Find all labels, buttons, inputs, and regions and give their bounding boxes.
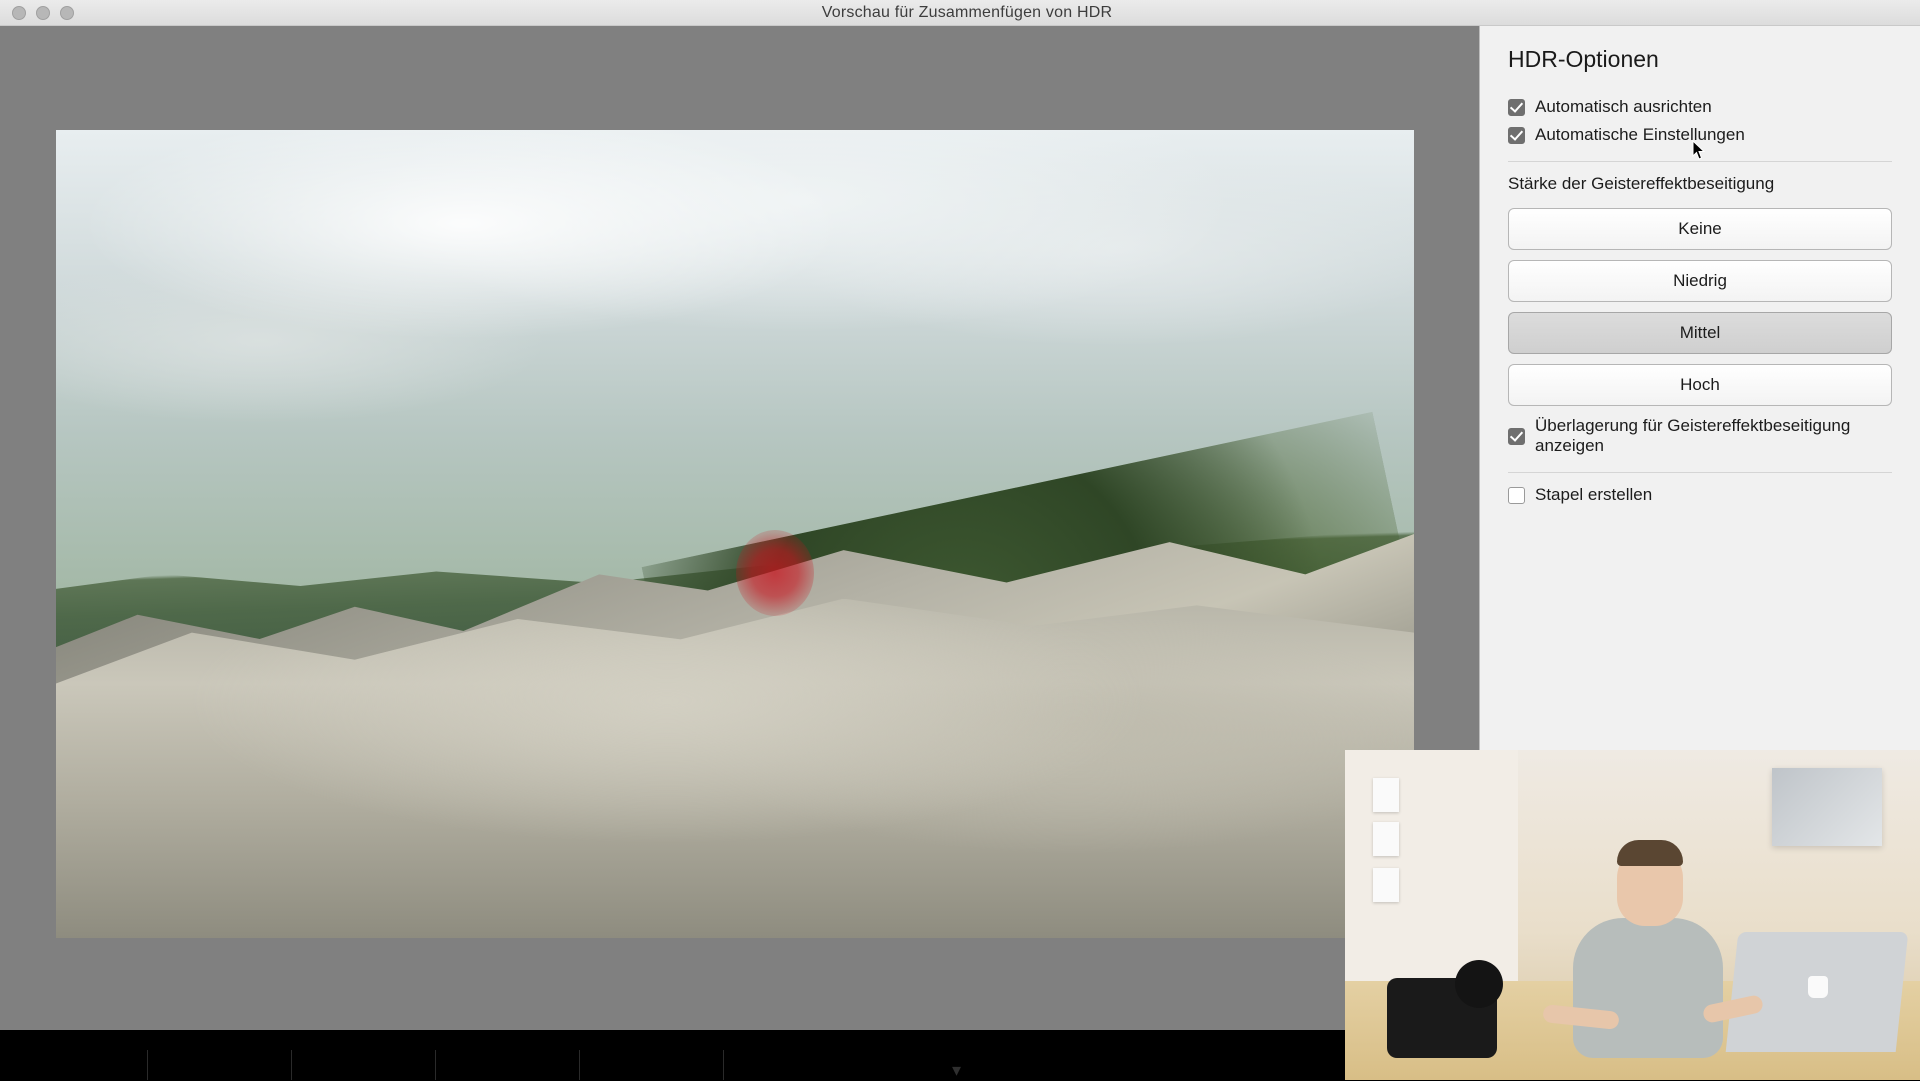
cursor-icon <box>1692 140 1706 160</box>
filmstrip-cell[interactable] <box>292 1050 436 1080</box>
divider <box>1508 472 1892 473</box>
auto-align-checkbox[interactable]: Automatisch ausrichten <box>1508 97 1892 117</box>
wall-photo <box>1373 778 1399 812</box>
show-deghost-overlay-checkbox[interactable]: Überlagerung für Geistereffektbeseitigun… <box>1508 416 1892 456</box>
window-controls <box>12 6 74 20</box>
deghost-option-high[interactable]: Hoch <box>1508 364 1892 406</box>
photo-frame <box>1772 768 1882 846</box>
filmstrip-cell[interactable] <box>148 1050 292 1080</box>
auto-align-label: Automatisch ausrichten <box>1535 97 1712 117</box>
zoom-icon[interactable] <box>60 6 74 20</box>
panel-title: HDR-Optionen <box>1508 46 1892 73</box>
filmstrip-cell[interactable] <box>580 1050 724 1080</box>
deghost-option-low[interactable]: Niedrig <box>1508 260 1892 302</box>
hdr-preview-image[interactable] <box>56 130 1414 938</box>
camera-prop <box>1387 978 1497 1058</box>
deghost-overlay-marker <box>736 530 814 616</box>
filmstrip[interactable] <box>4 1050 1354 1080</box>
create-stack-checkbox[interactable]: Stapel erstellen <box>1508 485 1892 505</box>
minimize-icon[interactable] <box>36 6 50 20</box>
filmstrip-cell[interactable] <box>4 1050 148 1080</box>
show-overlay-label: Überlagerung für Geistereffektbeseitigun… <box>1535 416 1892 456</box>
presenter <box>1533 778 1753 1058</box>
presenter-webcam-overlay <box>1345 750 1920 1080</box>
checkbox-icon <box>1508 487 1525 504</box>
wall-photo <box>1373 868 1399 902</box>
window-title: Vorschau für Zusammenfügen von HDR <box>74 4 1860 22</box>
chevron-down-icon[interactable]: ▾ <box>952 1060 961 1081</box>
checkbox-icon <box>1508 127 1525 144</box>
deghost-option-med[interactable]: Mittel <box>1508 312 1892 354</box>
checkbox-icon <box>1508 428 1525 445</box>
create-stack-label: Stapel erstellen <box>1535 485 1652 505</box>
auto-settings-label: Automatische Einstellungen <box>1535 125 1745 145</box>
titlebar: Vorschau für Zusammenfügen von HDR <box>0 0 1920 26</box>
wall-photo <box>1373 822 1399 856</box>
apple-logo-icon <box>1808 976 1828 998</box>
checkbox-icon <box>1508 99 1525 116</box>
preview-area <box>0 26 1480 1030</box>
close-icon[interactable] <box>12 6 26 20</box>
deghost-heading: Stärke der Geistereffektbeseitigung <box>1508 174 1892 194</box>
deghost-option-none[interactable]: Keine <box>1508 208 1892 250</box>
filmstrip-cell[interactable] <box>436 1050 580 1080</box>
divider <box>1508 161 1892 162</box>
